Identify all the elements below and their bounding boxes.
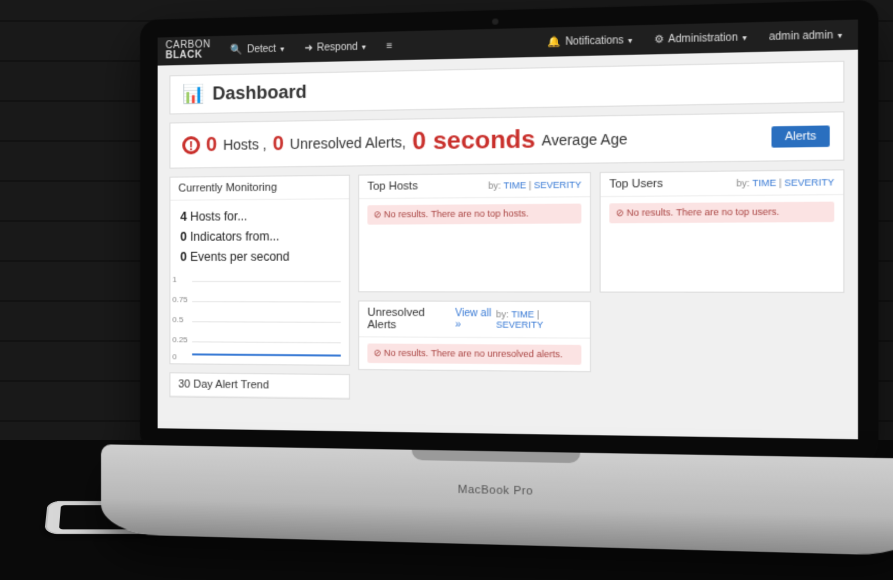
panel-unresolved-alerts: Unresolved Alerts View all » by: TIME | … — [358, 300, 591, 372]
sort-by-severity[interactable]: SEVERITY — [534, 179, 581, 190]
monitoring-events-label: Events per second — [190, 250, 289, 264]
panel-unresolved-title: Unresolved Alerts — [367, 307, 449, 332]
summary-unresolved-label: Unresolved Alerts, — [290, 134, 406, 152]
alert-icon: ! — [182, 136, 200, 154]
ytick: 0.5 — [172, 315, 183, 324]
summary-hosts-count: 0 — [206, 133, 217, 156]
alerts-button[interactable]: Alerts — [771, 125, 829, 147]
summary-hosts-label: Hosts , — [223, 136, 267, 153]
ytick: 0.75 — [172, 295, 187, 304]
sort-by-severity[interactable]: SEVERITY — [784, 177, 834, 188]
menu-icon: ≡ — [387, 40, 393, 51]
top-hosts-empty: No results. There are no top hosts. — [367, 204, 581, 225]
monitoring-hosts-label: Hosts for... — [190, 209, 247, 223]
dashboard-icon: 📊 — [182, 84, 204, 106]
ytick: 1 — [172, 275, 176, 284]
sort-by-severity[interactable]: SEVERITY — [496, 319, 543, 330]
panel-monitoring: Currently Monitoring 4 Hosts for... 0 In… — [169, 175, 350, 366]
brand-line2: BLACK — [166, 49, 203, 61]
chevron-down-icon: ▾ — [742, 33, 746, 43]
nav-respond-label: Respond — [317, 41, 358, 53]
nav-detect[interactable]: 🔍 Detect ▾ — [223, 40, 293, 59]
sort-by-time[interactable]: TIME — [503, 180, 526, 191]
laptop: CARBON BLACK 🔍 Detect ▾ ➜ Respond ▾ ≡ — [140, 0, 878, 560]
laptop-base: MacBook Pro — [101, 444, 893, 556]
page-header: 📊 Dashboard — [169, 61, 844, 115]
panel-top-users: Top Users by: TIME | SEVERITY No results… — [600, 169, 845, 293]
summary-bar: ! 0 Hosts , 0 Unresolved Alerts, 0 secon… — [169, 111, 844, 168]
brand-logo: CARBON BLACK — [164, 40, 219, 61]
nav-user[interactable]: admin admin ▾ — [760, 26, 851, 46]
unresolved-empty: No results. There are no unresolved aler… — [367, 343, 581, 364]
panel-top-hosts-title: Top Hosts — [367, 180, 417, 193]
panel-top-users-title: Top Users — [609, 178, 663, 191]
by-label: by: — [736, 178, 749, 189]
panel-trend: 30 Day Alert Trend — [169, 372, 350, 399]
nav-user-label: admin admin — [769, 29, 833, 42]
nav-notifications[interactable]: 🔔 Notifications ▾ — [539, 31, 641, 51]
search-icon: 🔍 — [231, 44, 243, 55]
panel-monitoring-title: Currently Monitoring — [178, 182, 277, 195]
events-chart: 1 0.75 0.5 0.25 0 — [170, 273, 349, 365]
summary-age-value: 0 seconds — [412, 126, 535, 157]
by-label: by: — [488, 180, 501, 190]
nav-administration-label: Administration — [668, 32, 738, 45]
nav-administration[interactable]: ⚙ Administration ▾ — [645, 28, 755, 49]
monitoring-hosts: 4 Hosts for... — [180, 205, 338, 226]
chevron-down-icon: ▾ — [280, 44, 284, 53]
chart-series-line — [192, 353, 341, 356]
page-title: Dashboard — [212, 82, 306, 105]
panels-grid: Currently Monitoring 4 Hosts for... 0 In… — [169, 169, 844, 414]
app-screen: CARBON BLACK 🔍 Detect ▾ ➜ Respond ▾ ≡ — [158, 20, 858, 440]
laptop-brand-label: MacBook Pro — [458, 484, 533, 498]
arrow-icon: ➜ — [304, 42, 313, 53]
bell-icon: 🔔 — [548, 36, 561, 48]
ytick: 0.25 — [172, 335, 187, 344]
sort-by-time[interactable]: TIME — [511, 309, 534, 319]
gear-icon: ⚙ — [654, 33, 664, 45]
nav-detect-label: Detect — [247, 43, 276, 55]
panel-trend-title: 30 Day Alert Trend — [178, 378, 269, 391]
monitoring-hosts-count: 4 — [180, 210, 187, 224]
chevron-down-icon: ▾ — [362, 42, 366, 51]
monitoring-events: 0 Events per second — [180, 246, 338, 267]
nav-notifications-label: Notifications — [565, 34, 624, 47]
monitoring-indicators-count: 0 — [180, 230, 187, 244]
laptop-screen-bezel: CARBON BLACK 🔍 Detect ▾ ➜ Respond ▾ ≡ — [140, 0, 878, 463]
ytick: 0 — [172, 352, 176, 361]
by-label: by: — [496, 309, 509, 319]
top-users-empty: No results. There are no top users. — [609, 202, 834, 224]
monitoring-indicators: 0 Indicators from... — [180, 226, 338, 247]
unresolved-view-all[interactable]: View all » — [455, 308, 496, 331]
sort-by-time[interactable]: TIME — [752, 178, 776, 189]
summary-age-label: Average Age — [542, 131, 628, 149]
summary-unresolved-count: 0 — [273, 132, 284, 155]
monitoring-indicators-label: Indicators from... — [190, 229, 279, 244]
panel-top-hosts: Top Hosts by: TIME | SEVERITY No results… — [358, 172, 591, 293]
chevron-down-icon: ▾ — [838, 30, 843, 40]
nav-menu[interactable]: ≡ — [378, 37, 401, 55]
nav-respond[interactable]: ➜ Respond ▾ — [296, 38, 374, 57]
monitoring-events-count: 0 — [180, 250, 187, 264]
chevron-down-icon: ▾ — [628, 35, 632, 45]
